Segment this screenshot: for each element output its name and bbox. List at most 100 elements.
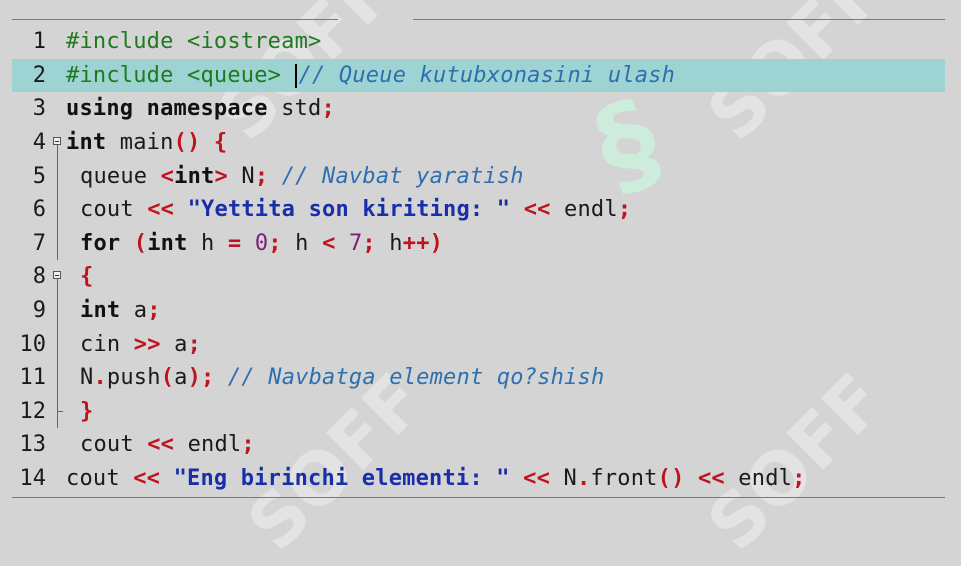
token-op: ; — [792, 466, 806, 492]
code-line[interactable]: 13 cout << endl; — [12, 428, 945, 462]
token-id: cin — [80, 331, 134, 357]
code-line[interactable]: 11 N.push(a); // Navbatga element qo?shis… — [12, 361, 945, 395]
code-line[interactable]: 8{ — [12, 260, 945, 294]
fold-gutter[interactable] — [46, 126, 66, 160]
token-op: ; — [321, 96, 335, 122]
code-line[interactable]: 3 using namespace std; — [12, 92, 945, 126]
fold-gutter — [46, 193, 66, 227]
token-id: push — [106, 365, 161, 391]
fold-gutter — [46, 394, 66, 429]
token-op: < — [160, 163, 175, 189]
text-cursor — [294, 63, 297, 88]
line-number: 11 — [19, 365, 47, 391]
code-line[interactable]: 7 for (int h = 0; h < 7; h++) — [12, 226, 945, 261]
line-number: 8 — [32, 264, 46, 290]
fold-gutter — [46, 361, 66, 395]
fold-end-marker — [57, 410, 63, 412]
token-op: () — [657, 466, 685, 492]
token-op: > — [214, 163, 228, 189]
token-id: N — [80, 365, 94, 391]
code-editor[interactable]: 1 #include <iostream> 2 #include <queue> //… — [0, 25, 961, 495]
token-op: ; — [241, 432, 255, 458]
token-cmt: // Queue kutubxonasini ulash — [298, 62, 676, 88]
token-op: ; — [362, 230, 376, 256]
token-op: { — [80, 264, 94, 290]
code-line[interactable]: 14 cout << "Eng birinchi elementi: " << N… — [12, 462, 945, 496]
token-op: ( — [160, 365, 175, 391]
code-line[interactable]: 1 #include <iostream> — [12, 25, 945, 59]
code-line[interactable]: 10 cin >> a; — [12, 327, 945, 361]
code-text: } — [66, 399, 93, 424]
token-id: endl — [550, 197, 618, 223]
fold-gutter — [46, 92, 66, 126]
code-text: for (int h = 0; h < 7; h++) — [66, 231, 443, 256]
line-number: 9 — [32, 298, 46, 324]
line-number: 12 — [19, 398, 47, 424]
line-number: 7 — [32, 230, 46, 256]
fold-collapse-icon[interactable] — [53, 271, 61, 280]
code-line[interactable]: 12} — [12, 394, 945, 429]
token-id: front — [590, 466, 658, 492]
token-id: a — [120, 298, 148, 324]
code-line[interactable]: 9 int a; — [12, 293, 945, 328]
token-id: main — [106, 130, 174, 156]
token-op: } — [80, 398, 94, 424]
token-op: << — [523, 466, 551, 492]
line-number: 14 — [19, 466, 47, 492]
token-id: N — [227, 163, 255, 189]
fold-line — [57, 293, 58, 328]
token-op: . — [576, 466, 591, 492]
token-op: << — [697, 466, 725, 492]
code-line[interactable]: 2 #include <queue> // Queue kutubxonasini… — [12, 58, 945, 93]
token-op: ; — [147, 298, 161, 324]
token-kw: int — [174, 163, 215, 189]
code-text: cout << "Yettita son kiriting: " << endl… — [66, 197, 631, 222]
line-number: 3 — [32, 96, 46, 122]
token-op: << — [147, 197, 175, 223]
token-id: h — [375, 230, 403, 256]
token-id: cout — [66, 466, 134, 492]
fold-gutter[interactable] — [46, 260, 66, 294]
token-op: = — [227, 230, 242, 256]
line-number: 13 — [19, 432, 47, 458]
token-id: std — [267, 96, 322, 122]
token-kw: int — [80, 298, 121, 324]
token-num: 0 — [241, 230, 269, 256]
fold-line — [57, 361, 58, 395]
token-op: () { — [173, 130, 228, 156]
token-op: ( — [120, 230, 148, 256]
fold-line — [57, 226, 58, 261]
code-text: #include <iostream> — [66, 29, 321, 54]
fold-collapse-icon[interactable] — [53, 136, 61, 145]
fold-gutter — [46, 159, 66, 193]
line-number: 6 — [32, 197, 46, 223]
token-op: << — [133, 466, 161, 492]
fold-line — [57, 144, 58, 160]
code-line[interactable]: 6 cout << "Yettita son kiriting: " << end… — [12, 193, 945, 227]
code-line[interactable]: 5 queue <int> N; // Navbat yaratish — [12, 159, 945, 193]
code-text: int a; — [66, 298, 161, 323]
fold-gutter — [46, 428, 66, 462]
token-cmt: // Navbatga element qo?shish — [214, 365, 605, 391]
token-op: < — [322, 230, 336, 256]
token-str: "Yettita son kiriting: " — [174, 197, 524, 223]
fold-line — [57, 279, 58, 294]
code-line[interactable]: 4 int main() { — [12, 126, 945, 160]
token-id — [685, 466, 698, 491]
line-number: 4 — [32, 130, 46, 156]
token-id: N — [550, 466, 577, 492]
token-op: ; — [617, 197, 632, 223]
fold-gutter — [46, 25, 66, 59]
token-id: cout — [80, 432, 148, 458]
token-op: ; — [268, 230, 282, 256]
token-kw: int — [66, 130, 107, 156]
fold-gutter — [46, 59, 66, 93]
token-op: ; — [187, 331, 202, 357]
token-op: ; — [254, 163, 269, 189]
token-id: queue — [80, 163, 161, 189]
code-text: cin >> a; — [66, 332, 201, 357]
code-text: N.push(a); // Navbatga element qo?shish — [66, 365, 604, 390]
token-pre: #include <iostream> — [66, 29, 322, 55]
fold-gutter — [46, 226, 66, 261]
token-op: << — [147, 432, 175, 458]
